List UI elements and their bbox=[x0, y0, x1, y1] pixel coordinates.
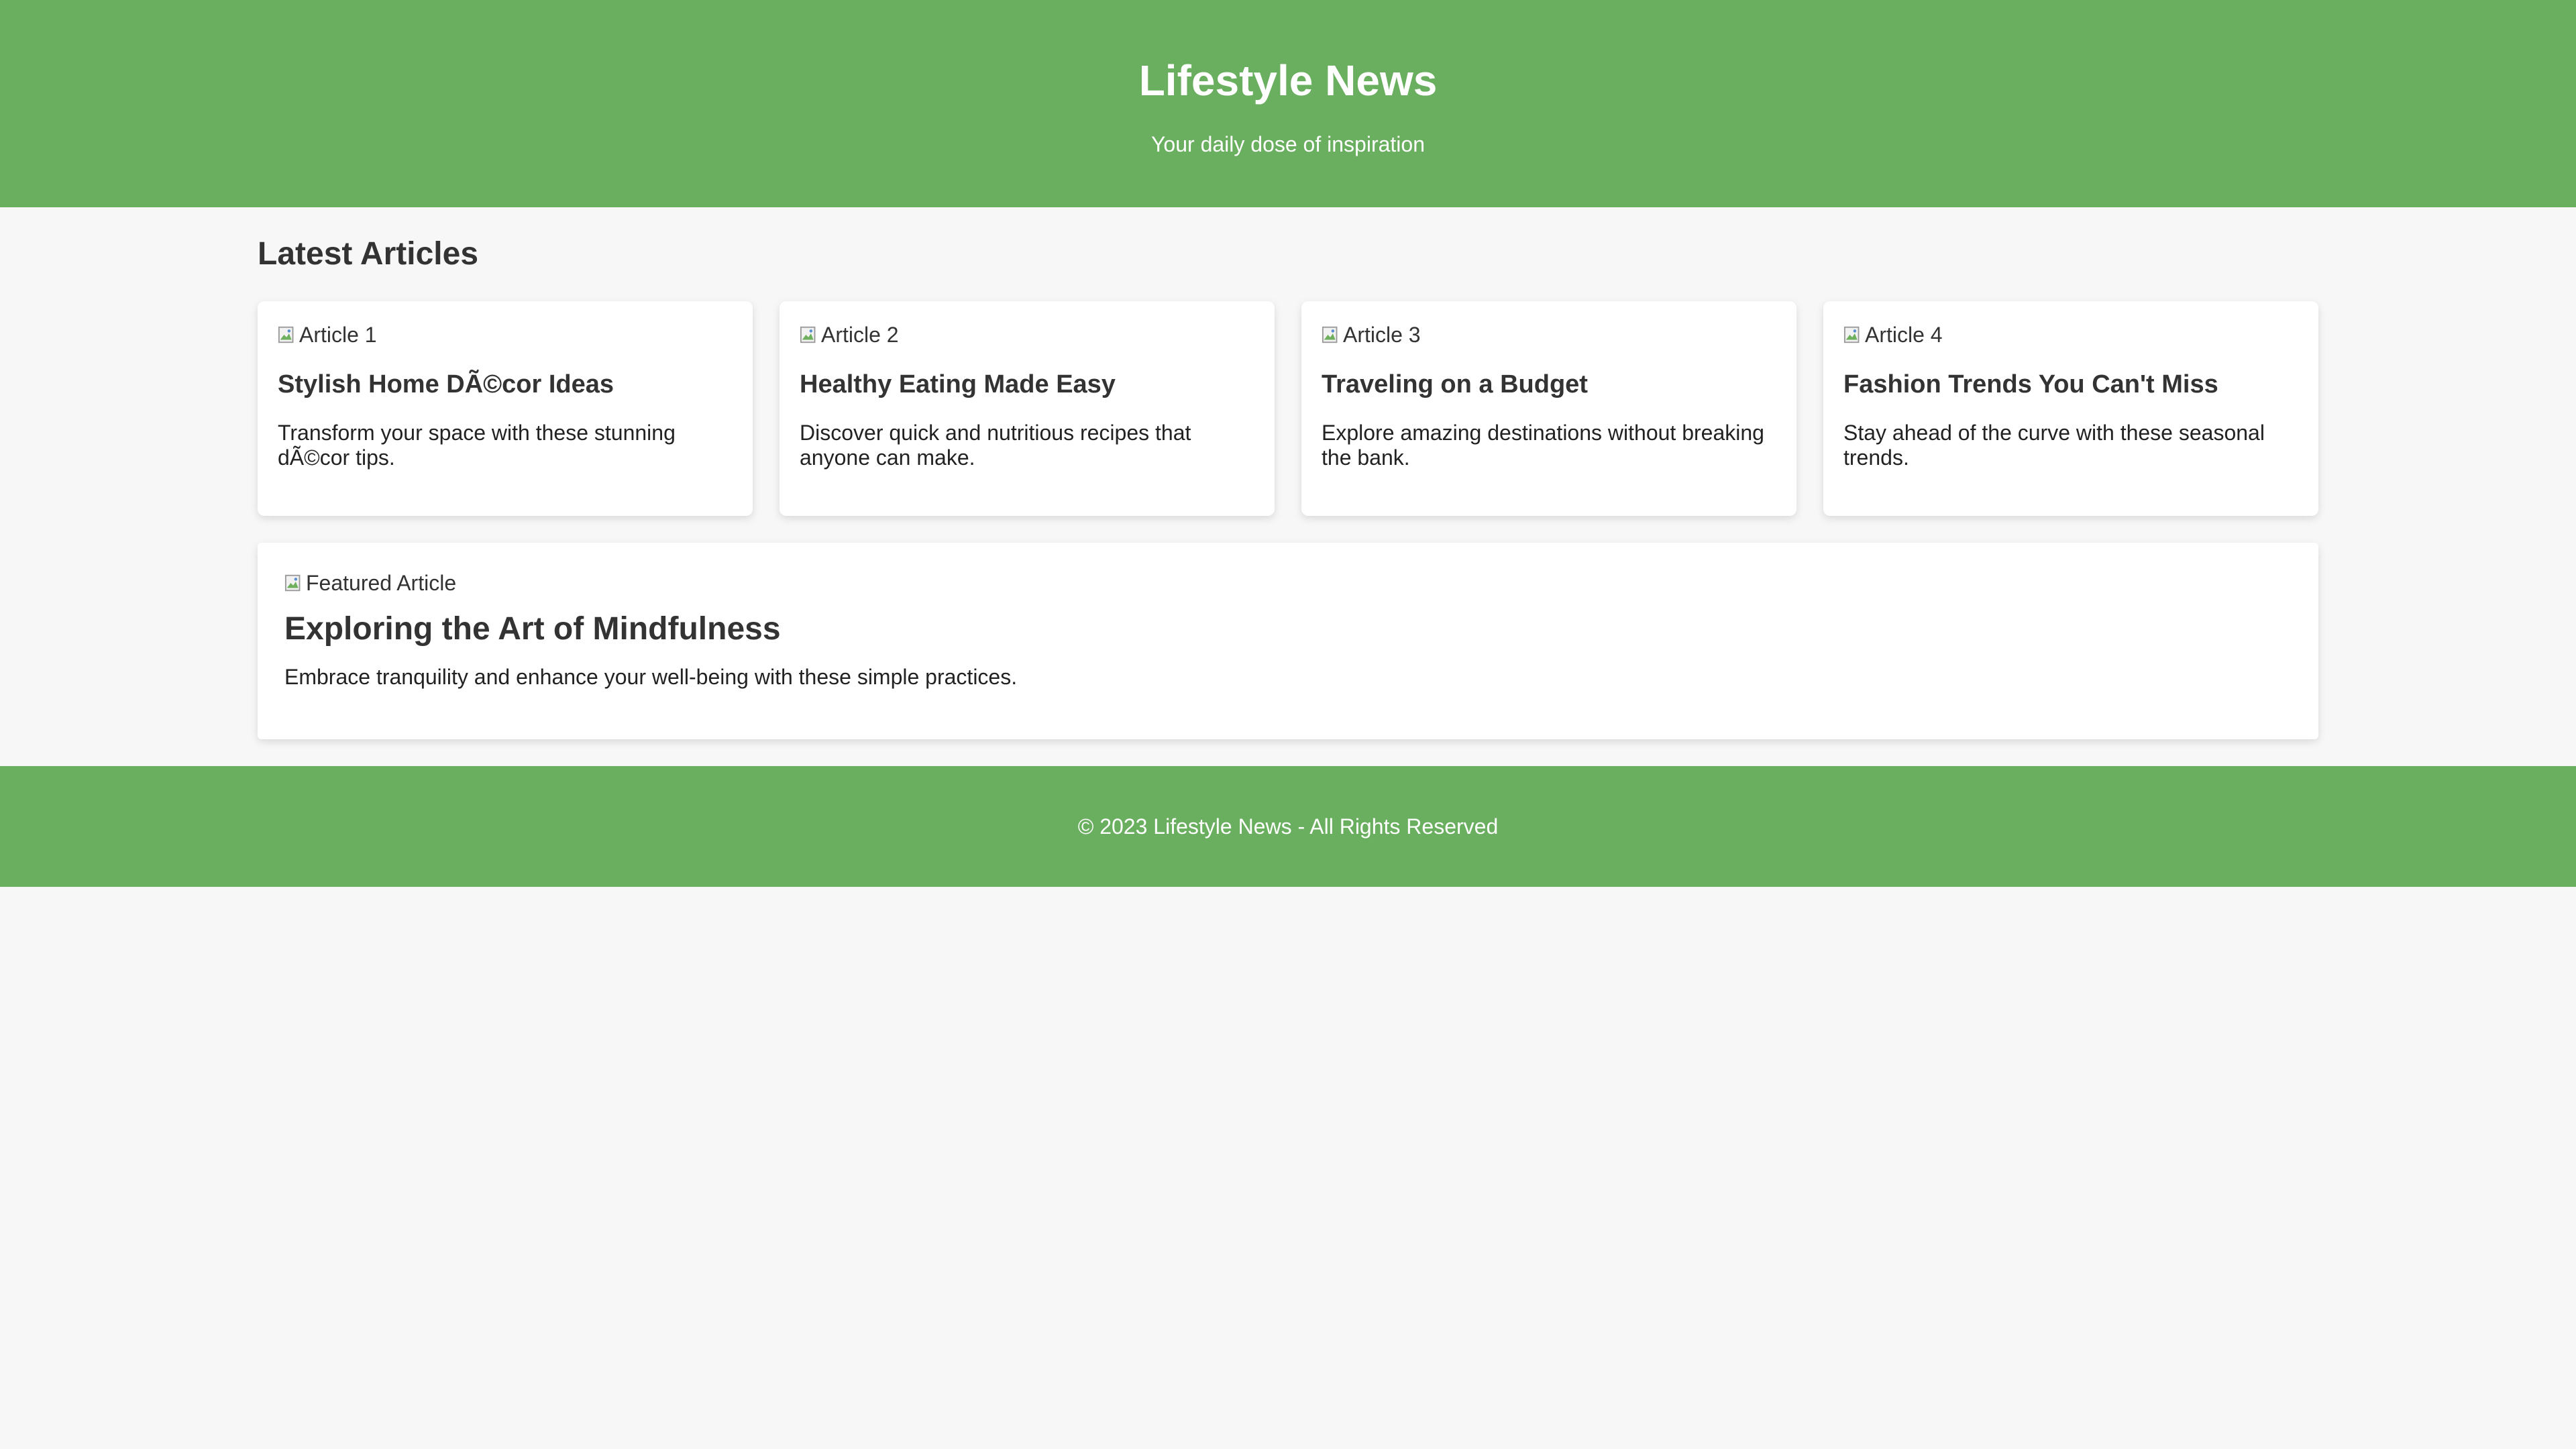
broken-image-icon bbox=[1843, 326, 1860, 343]
featured-summary: Embrace tranquility and enhance your wel… bbox=[284, 665, 1018, 689]
article-summary: Discover quick and nutritious recipes th… bbox=[800, 421, 1191, 470]
article-summary: Transform your space with these stunning… bbox=[278, 421, 676, 470]
broken-image-icon bbox=[278, 326, 294, 343]
site-tagline: Your daily dose of inspiration bbox=[1151, 132, 1425, 156]
article-summary: Explore amazing destinations without bre… bbox=[1322, 421, 1764, 470]
featured-article[interactable]: Featured Article Exploring the Art of Mi… bbox=[258, 543, 2318, 739]
broken-image-icon bbox=[1322, 326, 1338, 343]
article-card-1[interactable]: Article 1 Stylish Home DÃ©cor Ideas Tran… bbox=[258, 301, 753, 516]
main-content: Latest Articles Article 1 Stylish Home D… bbox=[258, 207, 2318, 739]
featured-image-alt: Featured Article bbox=[306, 571, 457, 595]
article-image-alt: Article 1 bbox=[299, 323, 377, 347]
articles-grid: Article 1 Stylish Home DÃ©cor Ideas Tran… bbox=[258, 301, 2318, 516]
article-card-2[interactable]: Article 2 Healthy Eating Made Easy Disco… bbox=[780, 301, 1275, 516]
section-title: Latest Articles bbox=[258, 236, 479, 272]
article-card-3[interactable]: Article 3 Traveling on a Budget Explore … bbox=[1301, 301, 1796, 516]
site-footer: © 2023 Lifestyle News - All Rights Reser… bbox=[0, 766, 2576, 887]
article-image-2: Article 2 bbox=[800, 321, 1254, 348]
footer-copyright: © 2023 Lifestyle News - All Rights Reser… bbox=[1077, 814, 1499, 839]
article-card-4[interactable]: Article 4 Fashion Trends You Can't Miss … bbox=[1823, 301, 2318, 516]
article-image-alt: Article 2 bbox=[821, 323, 899, 347]
featured-title[interactable]: Exploring the Art of Mindfulness bbox=[284, 608, 2292, 650]
article-image-1: Article 1 bbox=[278, 321, 733, 348]
article-title[interactable]: Fashion Trends You Can't Miss bbox=[1843, 368, 2298, 400]
broken-image-icon bbox=[284, 574, 301, 592]
article-title[interactable]: Stylish Home DÃ©cor Ideas bbox=[278, 368, 733, 400]
article-title[interactable]: Traveling on a Budget bbox=[1322, 368, 1776, 400]
featured-image: Featured Article bbox=[284, 570, 2292, 596]
site-header: Lifestyle News Your daily dose of inspir… bbox=[0, 0, 2576, 207]
article-image-4: Article 4 bbox=[1843, 321, 2298, 348]
broken-image-icon bbox=[800, 326, 816, 343]
article-title[interactable]: Healthy Eating Made Easy bbox=[800, 368, 1254, 400]
article-image-alt: Article 3 bbox=[1343, 323, 1421, 347]
site-title: Lifestyle News bbox=[1138, 56, 1438, 105]
article-image-3: Article 3 bbox=[1322, 321, 1776, 348]
article-image-alt: Article 4 bbox=[1865, 323, 1943, 347]
article-summary: Stay ahead of the curve with these seaso… bbox=[1843, 421, 2265, 470]
